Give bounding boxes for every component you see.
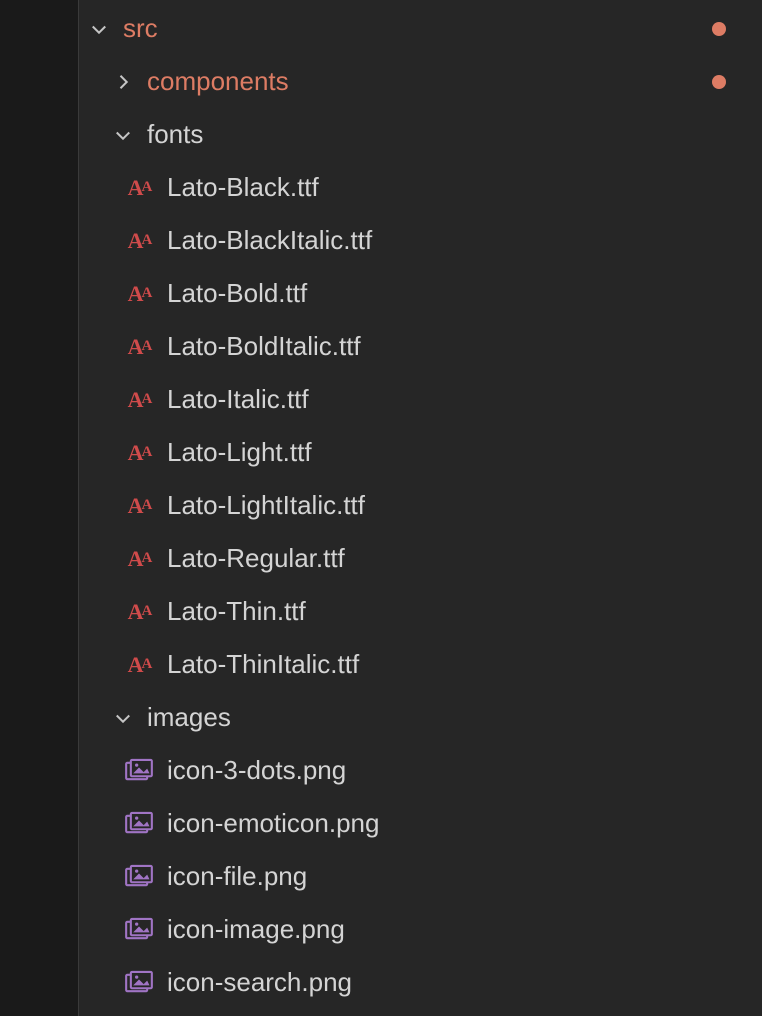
- folder-fonts[interactable]: fonts: [79, 108, 762, 161]
- file-label: Lato-Regular.ttf: [167, 543, 345, 574]
- folder-label: components: [147, 66, 289, 97]
- font-file-icon: AA: [125, 227, 153, 255]
- file-icon-file-png[interactable]: icon-file.png: [79, 850, 762, 903]
- chevron-down-icon[interactable]: [89, 19, 109, 39]
- file-label: Lato-BlackItalic.ttf: [167, 225, 372, 256]
- file-label: Lato-Black.ttf: [167, 172, 319, 203]
- folder-label: fonts: [147, 119, 203, 150]
- file-label: icon-search.png: [167, 967, 352, 998]
- file-label: icon-image.png: [167, 914, 345, 945]
- image-file-icon: [125, 810, 153, 838]
- folder-src[interactable]: src: [79, 2, 762, 55]
- folder-components[interactable]: components: [79, 55, 762, 108]
- font-file-icon: AA: [125, 333, 153, 361]
- modified-indicator-icon: [712, 75, 726, 89]
- image-file-icon: [125, 916, 153, 944]
- file-icon-search-png[interactable]: icon-search.png: [79, 956, 762, 1009]
- file-icon-emoticon-png[interactable]: icon-emoticon.png: [79, 797, 762, 850]
- file-label: Lato-Thin.ttf: [167, 596, 306, 627]
- folder-images[interactable]: images: [79, 691, 762, 744]
- file-label: Lato-ThinItalic.ttf: [167, 649, 359, 680]
- file-Lato-Italic-ttf[interactable]: AA Lato-Italic.ttf: [79, 373, 762, 426]
- file-Lato-ThinItalic-ttf[interactable]: AA Lato-ThinItalic.ttf: [79, 638, 762, 691]
- file-icon-3-dots-png[interactable]: icon-3-dots.png: [79, 744, 762, 797]
- file-label: Lato-Bold.ttf: [167, 278, 307, 309]
- file-label: Lato-Italic.ttf: [167, 384, 309, 415]
- chevron-right-icon[interactable]: [113, 72, 133, 92]
- file-Lato-LightItalic-ttf[interactable]: AA Lato-LightItalic.ttf: [79, 479, 762, 532]
- chevron-down-icon[interactable]: [113, 125, 133, 145]
- font-file-icon: AA: [125, 174, 153, 202]
- file-Lato-Thin-ttf[interactable]: AA Lato-Thin.ttf: [79, 585, 762, 638]
- font-file-icon: AA: [125, 386, 153, 414]
- folder-label: src: [123, 13, 158, 44]
- font-file-icon: AA: [125, 598, 153, 626]
- image-file-icon: [125, 863, 153, 891]
- file-Lato-Regular-ttf[interactable]: AA Lato-Regular.ttf: [79, 532, 762, 585]
- file-Lato-BlackItalic-ttf[interactable]: AA Lato-BlackItalic.ttf: [79, 214, 762, 267]
- file-icon-image-png[interactable]: icon-image.png: [79, 903, 762, 956]
- file-Lato-Light-ttf[interactable]: AA Lato-Light.ttf: [79, 426, 762, 479]
- file-Lato-Bold-ttf[interactable]: AA Lato-Bold.ttf: [79, 267, 762, 320]
- file-Lato-BoldItalic-ttf[interactable]: AA Lato-BoldItalic.ttf: [79, 320, 762, 373]
- folder-label: images: [147, 702, 231, 733]
- image-file-icon: [125, 969, 153, 997]
- font-file-icon: AA: [125, 280, 153, 308]
- file-label: icon-3-dots.png: [167, 755, 346, 786]
- activity-bar-gutter: [0, 0, 78, 1016]
- font-file-icon: AA: [125, 545, 153, 573]
- file-label: icon-file.png: [167, 861, 307, 892]
- file-label: Lato-BoldItalic.ttf: [167, 331, 361, 362]
- chevron-down-icon[interactable]: [113, 708, 133, 728]
- file-label: Lato-Light.ttf: [167, 437, 312, 468]
- file-Lato-Black-ttf[interactable]: AA Lato-Black.ttf: [79, 161, 762, 214]
- font-file-icon: AA: [125, 651, 153, 679]
- file-explorer: src components fonts AA Lato-Black.ttf AA Lato…: [78, 0, 762, 1016]
- modified-indicator-icon: [712, 22, 726, 36]
- font-file-icon: AA: [125, 492, 153, 520]
- file-label: Lato-LightItalic.ttf: [167, 490, 365, 521]
- font-file-icon: AA: [125, 439, 153, 467]
- image-file-icon: [125, 757, 153, 785]
- file-label: icon-emoticon.png: [167, 808, 379, 839]
